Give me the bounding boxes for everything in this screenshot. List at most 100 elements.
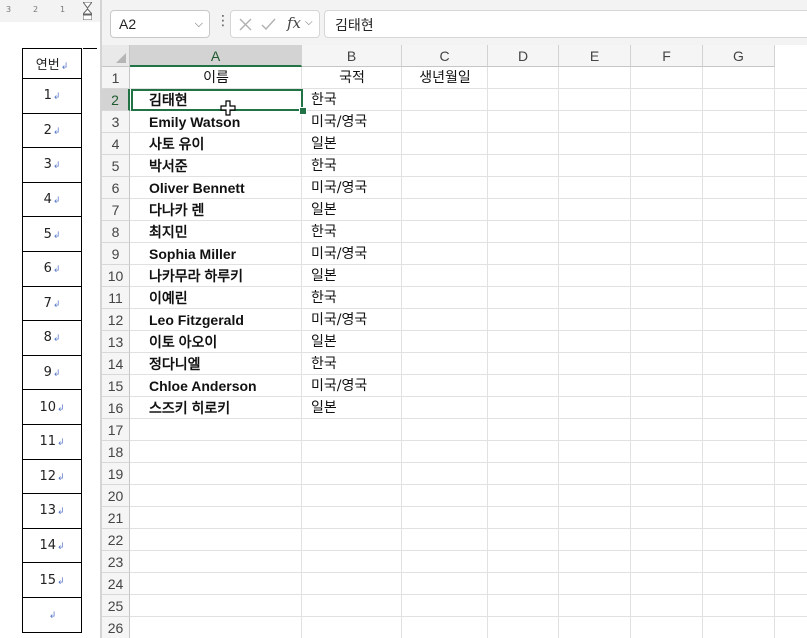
- fill-handle[interactable]: [299, 107, 307, 115]
- chevron-down-icon[interactable]: ⌵: [305, 17, 313, 28]
- column-header-e[interactable]: E: [559, 45, 631, 67]
- table-row-cell[interactable]: 7↲: [22, 285, 82, 322]
- table-row-cell[interactable]: 12↲: [22, 458, 82, 495]
- row-header[interactable]: 24: [102, 573, 130, 595]
- nationality-cell[interactable]: 일본: [311, 199, 399, 221]
- more-options-icon[interactable]: ⋮: [216, 13, 230, 29]
- row-header[interactable]: 1: [102, 67, 130, 89]
- row-number: 10: [39, 399, 56, 415]
- name-cell[interactable]: 최지민: [149, 221, 299, 243]
- table-row-cell[interactable]: 5↲: [22, 216, 82, 252]
- row-header[interactable]: 23: [102, 551, 130, 573]
- nationality-cell[interactable]: 미국/영국: [311, 111, 399, 133]
- name-cell[interactable]: 박서준: [149, 155, 299, 177]
- table-row-cell[interactable]: ↲: [22, 596, 82, 633]
- column-header-d[interactable]: D: [488, 45, 559, 67]
- name-cell[interactable]: Chloe Anderson: [149, 375, 299, 397]
- row-header[interactable]: 7: [102, 199, 130, 221]
- name-cell[interactable]: 스즈키 히로키: [149, 397, 299, 419]
- row-header[interactable]: 16: [102, 397, 130, 419]
- name-cell[interactable]: 다나카 렌: [149, 199, 299, 221]
- name-cell[interactable]: 이예린: [149, 287, 299, 309]
- ruler[interactable]: 3 2 1: [0, 0, 102, 23]
- enter-check-icon[interactable]: [261, 18, 276, 31]
- row-header[interactable]: 2: [102, 89, 130, 111]
- table-row-cell[interactable]: 3↲: [22, 147, 82, 183]
- name-cell[interactable]: Leo Fitzgerald: [149, 309, 299, 331]
- name-box[interactable]: A2 ⌵: [110, 10, 210, 38]
- row-header[interactable]: 21: [102, 507, 130, 529]
- nationality-cell[interactable]: 미국/영국: [311, 309, 399, 331]
- nationality-cell[interactable]: 한국: [311, 287, 399, 309]
- nationality-cell[interactable]: 미국/영국: [311, 243, 399, 265]
- gridline: [130, 440, 807, 441]
- row-header[interactable]: 14: [102, 353, 130, 375]
- header-cell-name[interactable]: 이름: [130, 67, 302, 89]
- nationality-cell[interactable]: 일본: [311, 331, 399, 353]
- name-cell[interactable]: 정다니엘: [149, 353, 299, 375]
- table-row-cell[interactable]: 8↲: [22, 320, 82, 356]
- table-row-cell[interactable]: 10↲: [22, 389, 82, 425]
- insert-function-button[interactable]: fx: [287, 14, 301, 32]
- table-row-cell[interactable]: 14↲: [22, 527, 82, 564]
- table-header-cell[interactable]: 연번↲: [22, 48, 82, 79]
- nationality-cell[interactable]: 한국: [311, 221, 399, 243]
- row-header[interactable]: 9: [102, 243, 130, 265]
- table-row-cell[interactable]: 11↲: [22, 423, 82, 460]
- row-header[interactable]: 10: [102, 265, 130, 287]
- table-row-cell[interactable]: 13↲: [22, 493, 82, 529]
- select-all-button[interactable]: [102, 45, 130, 67]
- column-header-a[interactable]: A: [130, 45, 302, 67]
- table-row-cell[interactable]: 2↲: [22, 112, 82, 149]
- row-header[interactable]: 4: [102, 133, 130, 155]
- row-header[interactable]: 25: [102, 595, 130, 617]
- column-header-g[interactable]: G: [703, 45, 775, 67]
- cancel-icon[interactable]: [239, 18, 252, 31]
- name-cell[interactable]: 사토 유이: [149, 133, 299, 155]
- document-page[interactable]: 연번↲ 1↲ 2↲ 3↲ 4↲ 5↲ 6↲ 7↲ 8↲ 9↲ 10↲ 11↲ 12↲ 13↲ 14↲ 15↲ ↲: [0, 22, 100, 638]
- row-header[interactable]: 5: [102, 155, 130, 177]
- name-cell[interactable]: Sophia Miller: [149, 243, 299, 265]
- nationality-cell[interactable]: 미국/영국: [311, 375, 399, 397]
- spreadsheet-grid[interactable]: ABCDEFG 1 2 3 4 5 6 7 8 9 10 11 12 13 14 15 16 17 18 19 20 2…: [102, 45, 807, 638]
- name-cell[interactable]: 나카무라 하루키: [149, 265, 299, 287]
- nationality-cell[interactable]: 한국: [311, 89, 399, 111]
- active-cell-selection[interactable]: [131, 89, 303, 111]
- nationality-cell[interactable]: 일본: [311, 133, 399, 155]
- indent-marker-icon[interactable]: [83, 2, 92, 20]
- row-header[interactable]: 22: [102, 529, 130, 551]
- column-header-b[interactable]: B: [302, 45, 402, 67]
- nationality-cell[interactable]: 일본: [311, 397, 399, 419]
- column-header-f[interactable]: F: [631, 45, 703, 67]
- nationality-cell[interactable]: 한국: [311, 353, 399, 375]
- table-row-cell[interactable]: 9↲: [22, 354, 82, 391]
- table-row-cell[interactable]: 1↲: [22, 78, 82, 114]
- row-header[interactable]: 19: [102, 463, 130, 485]
- row-header[interactable]: 20: [102, 485, 130, 507]
- row-header[interactable]: 17: [102, 419, 130, 441]
- row-header[interactable]: 26: [102, 617, 130, 638]
- header-cell-nationality[interactable]: 국적: [302, 67, 402, 89]
- chevron-down-icon[interactable]: ⌵: [195, 17, 203, 31]
- table-row-cell[interactable]: 6↲: [22, 250, 82, 287]
- row-header[interactable]: 8: [102, 221, 130, 243]
- name-cell[interactable]: 이토 아오이: [149, 331, 299, 353]
- row-header[interactable]: 11: [102, 287, 130, 309]
- document-table[interactable]: 연번↲ 1↲ 2↲ 3↲ 4↲ 5↲ 6↲ 7↲ 8↲ 9↲ 10↲ 11↲ 12↲ 13↲ 14↲ 15↲ ↲: [22, 48, 82, 633]
- row-header[interactable]: 6: [102, 177, 130, 199]
- nationality-cell[interactable]: 한국: [311, 155, 399, 177]
- table-row-cell[interactable]: 15↲: [22, 562, 82, 598]
- header-cell-birthdate[interactable]: 생년월일: [402, 67, 488, 89]
- row-header[interactable]: 13: [102, 331, 130, 353]
- row-header[interactable]: 15: [102, 375, 130, 397]
- formula-input[interactable]: 김태현: [324, 10, 807, 38]
- column-header-c[interactable]: C: [402, 45, 488, 67]
- name-cell[interactable]: Oliver Bennett: [149, 177, 299, 199]
- nationality-cell[interactable]: 일본: [311, 265, 399, 287]
- row-header[interactable]: 18: [102, 441, 130, 463]
- formula-value: 김태현: [335, 18, 374, 34]
- nationality-cell[interactable]: 미국/영국: [311, 177, 399, 199]
- row-header[interactable]: 12: [102, 309, 130, 331]
- row-header[interactable]: 3: [102, 111, 130, 133]
- table-row-cell[interactable]: 4↲: [22, 181, 82, 218]
